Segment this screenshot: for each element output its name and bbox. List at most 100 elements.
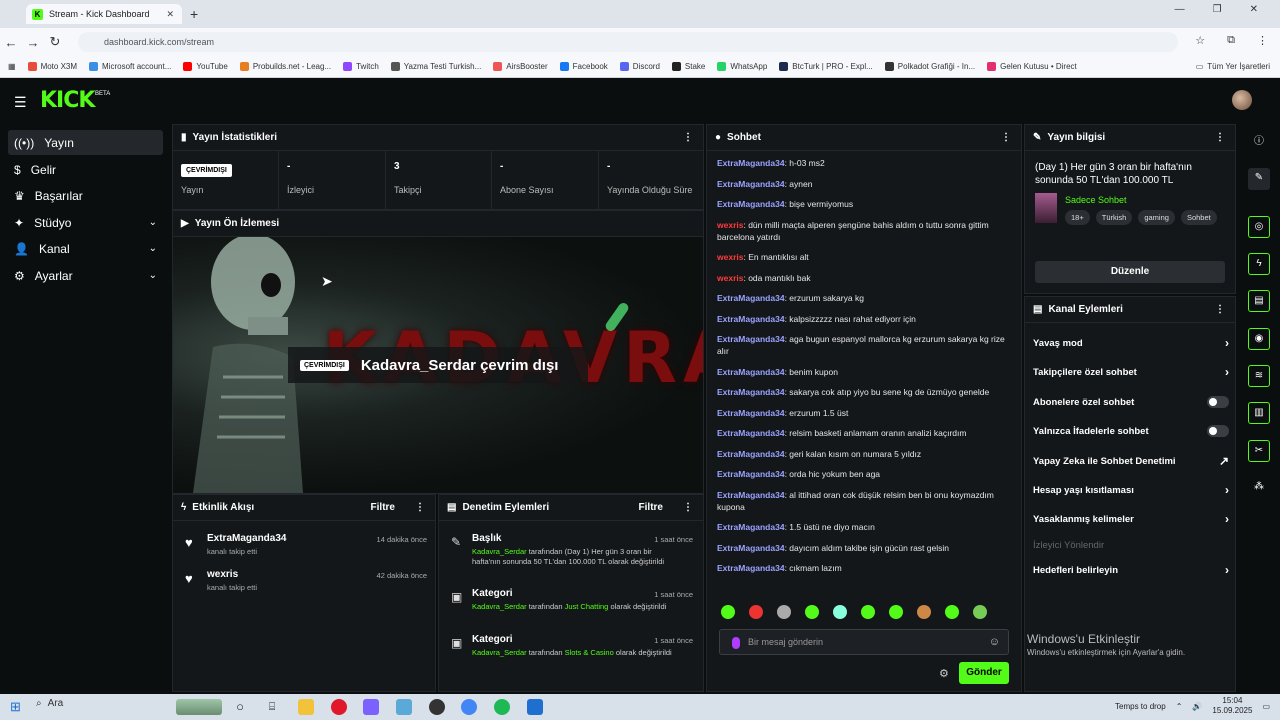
channel-icon[interactable]: ▥ <box>1248 402 1270 424</box>
bookmark-item[interactable]: Twitch <box>343 62 379 71</box>
sidebar-item-yayin[interactable]: ((•)) Yayın <box>8 130 163 155</box>
bookmark-item[interactable]: Probuilds.net - Leag... <box>239 62 331 71</box>
avatar[interactable] <box>1232 90 1252 110</box>
emote-icon[interactable] <box>945 605 959 619</box>
kebab-menu-icon[interactable]: ⋮ <box>683 132 693 143</box>
emote-icon[interactable] <box>805 605 819 619</box>
taskbar-search[interactable]: ⌕ Ara <box>36 698 63 709</box>
chat-username[interactable]: ExtraMaganda34 <box>717 314 785 324</box>
chat-settings-gear-icon[interactable]: ⚙ <box>939 667 949 680</box>
chrome-icon[interactable] <box>461 699 477 715</box>
chat-username[interactable]: ExtraMaganda34 <box>717 158 785 168</box>
kebab-menu-icon[interactable]: ⋮ <box>415 502 425 513</box>
taskbar-widget-image[interactable] <box>176 699 222 715</box>
emote-icon[interactable] <box>861 605 875 619</box>
kebab-menu-icon[interactable]: ⋮ <box>683 502 693 513</box>
microphone-icon[interactable] <box>732 637 740 649</box>
browser-tab[interactable]: K Stream - Kick Dashboard ✕ <box>26 4 182 24</box>
url-field[interactable]: dashboard.kick.com/stream <box>78 32 1178 52</box>
action-banned-words[interactable]: Yasaklanmış kelimeler › <box>1033 509 1229 529</box>
edit-button[interactable]: Düzenle <box>1035 261 1225 283</box>
chat-username[interactable]: ExtraMaganda34 <box>717 367 785 377</box>
bookmark-star-icon[interactable]: ☆ <box>1195 34 1205 47</box>
close-window-icon[interactable]: ✕ <box>1250 4 1258 15</box>
bookmark-item[interactable]: YouTube <box>183 62 228 71</box>
wrench-icon[interactable]: ✂ <box>1248 440 1270 462</box>
chat-username[interactable]: wexris <box>717 220 743 230</box>
bookmark-item[interactable]: Microsoft account... <box>89 62 171 71</box>
sidebar-item-studyo[interactable]: ✦ Stüdyo ⌄ <box>8 210 163 235</box>
emoji-icon[interactable]: ☺ <box>989 636 1000 648</box>
chat-username[interactable]: ExtraMaganda34 <box>717 428 785 438</box>
chat-username[interactable]: ExtraMaganda34 <box>717 408 785 418</box>
emote-icon[interactable] <box>973 605 987 619</box>
kebab-menu-icon[interactable]: ⋮ <box>1215 304 1225 315</box>
app-icon[interactable] <box>363 699 379 715</box>
sidebar-item-ayarlar[interactable]: ⚙ Ayarlar ⌄ <box>8 263 163 288</box>
send-button[interactable]: Gönder <box>959 662 1009 684</box>
action-slow-mode[interactable]: Yavaş mod › <box>1033 333 1229 353</box>
emote-icon[interactable] <box>721 605 735 619</box>
bookmark-item[interactable]: Facebook <box>559 62 608 71</box>
kick-logo[interactable]: KICK <box>40 88 95 113</box>
back-icon[interactable]: ← <box>0 35 22 50</box>
clock[interactable]: 15:04 15.09.2025 <box>1212 696 1252 716</box>
sidebar-item-basarilar[interactable]: ♛ Başarılar <box>8 183 163 208</box>
bookmark-item[interactable]: Stake <box>671 62 705 71</box>
stream-preview-image[interactable]: KADAVRA ÇEVRİMDIŞI Kadavra_Serdar çevrim… <box>173 237 703 493</box>
pencil-icon[interactable]: ✎ <box>1248 168 1270 190</box>
chat-username[interactable]: ExtraMaganda34 <box>717 293 785 303</box>
chat-username[interactable]: ExtraMaganda34 <box>717 543 785 553</box>
chat-username[interactable]: ExtraMaganda34 <box>717 522 785 532</box>
chat-username[interactable]: ExtraMaganda34 <box>717 334 785 344</box>
bookmark-item[interactable]: Yazma Testi Turkish... <box>390 62 481 71</box>
chat-username[interactable]: ExtraMaganda34 <box>717 179 785 189</box>
kebab-menu-icon[interactable]: ⋮ <box>1001 132 1011 143</box>
maximize-icon[interactable]: ❐ <box>1213 4 1222 15</box>
bookmark-item[interactable]: AirsBooster <box>493 62 548 71</box>
bookmark-item[interactable]: Polkadot Grafiği - In... <box>884 62 975 71</box>
chat-message-input[interactable]: Bir mesaj gönderin ☺ <box>719 629 1009 655</box>
chat-username[interactable]: wexris <box>717 273 743 283</box>
close-tab-icon[interactable]: ✕ <box>166 9 174 20</box>
kebab-menu-icon[interactable]: ⋮ <box>1215 132 1225 143</box>
chevron-up-icon[interactable]: ⌃ <box>1176 702 1183 711</box>
chat-username[interactable]: ExtraMaganda34 <box>717 449 785 459</box>
emote-icon[interactable] <box>889 605 903 619</box>
chat-username[interactable]: ExtraMaganda34 <box>717 469 785 479</box>
app-icon[interactable] <box>396 699 412 715</box>
opera-icon[interactable] <box>331 699 347 715</box>
bookmark-item[interactable]: Discord <box>619 62 660 71</box>
file-explorer-icon[interactable] <box>298 699 314 715</box>
spotify-icon[interactable] <box>494 699 510 715</box>
category-link[interactable]: Sadece Sohbet <box>1065 195 1127 205</box>
chat-bubble-icon[interactable]: ◉ <box>1248 328 1270 350</box>
sidebar-item-gelir[interactable]: $ Gelir <box>8 157 163 182</box>
task-view-icon[interactable]: ○ <box>232 699 248 715</box>
broadcast-icon[interactable]: ≋ <box>1248 365 1270 387</box>
emote-icon[interactable] <box>833 605 847 619</box>
lightning-icon[interactable]: ϟ <box>1248 253 1270 275</box>
bookmark-item[interactable]: BtcTurk | PRO - Expl... <box>779 62 873 71</box>
menu-icon[interactable]: ⋮ <box>1257 34 1268 47</box>
emote-icon[interactable] <box>917 605 931 619</box>
info-icon[interactable]: ⓘ <box>1248 132 1270 154</box>
windows-start-icon[interactable]: ⊞ <box>10 699 26 715</box>
action-account-age[interactable]: Hesap yaşı kısıtlaması › <box>1033 480 1229 500</box>
speaker-icon[interactable]: 🔊 <box>1192 702 1202 711</box>
action-set-goals[interactable]: Hedefleri belirleyin › <box>1033 560 1229 580</box>
weather-widget[interactable]: Temps to drop <box>1115 702 1166 711</box>
widgets-icon[interactable]: ⌸ <box>264 699 280 715</box>
filter-button[interactable]: Filtre <box>639 502 663 513</box>
emote-icon[interactable] <box>749 605 763 619</box>
document-icon[interactable]: ▤ <box>1248 290 1270 312</box>
new-tab-button[interactable]: + <box>190 6 198 22</box>
bookmark-item[interactable]: WhatsApp <box>717 62 767 71</box>
filter-button[interactable]: Filtre <box>371 502 395 513</box>
app-icon[interactable] <box>527 699 543 715</box>
bookmark-item[interactable]: Moto X3M <box>27 62 77 71</box>
bookmark-item[interactable]: Gelen Kutusu • Direct <box>987 62 1077 71</box>
chat-username[interactable]: ExtraMaganda34 <box>717 387 785 397</box>
app-icon[interactable] <box>429 699 445 715</box>
sidebar-item-kanal[interactable]: 👤 Kanal ⌄ <box>8 236 163 261</box>
